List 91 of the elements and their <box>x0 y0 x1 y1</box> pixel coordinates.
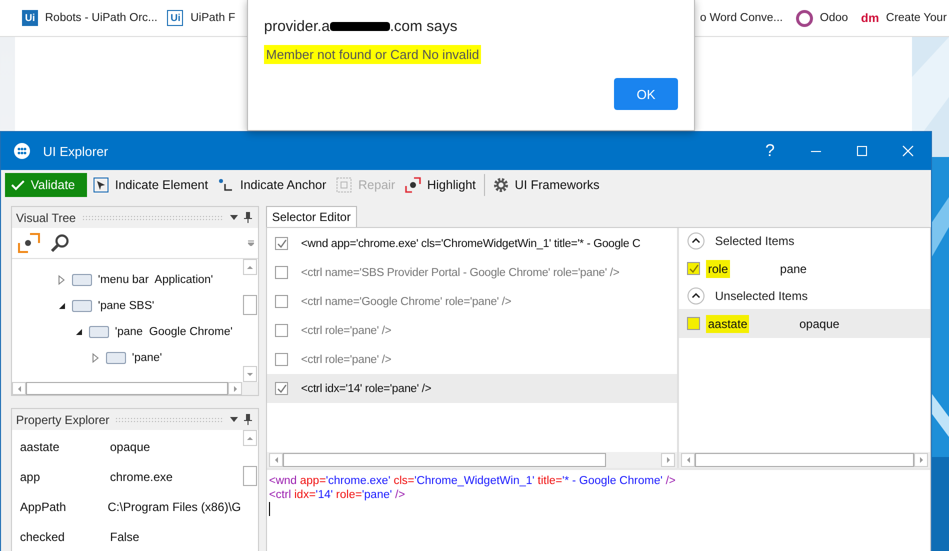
tree-item[interactable]: 'pane' <box>12 345 241 371</box>
toolbar-button[interactable]: Indicate Element <box>89 173 212 197</box>
bookmark[interactable]: o Word Conve... <box>700 12 783 24</box>
toolbar-button[interactable]: Highlight <box>401 173 480 197</box>
property-value: chrome.exe <box>110 470 173 484</box>
dialog-message: Member not found or Card No invalid <box>264 45 482 64</box>
scrollbar[interactable] <box>241 259 258 382</box>
tree-item[interactable]: 'menu bar Application' <box>12 267 241 293</box>
selector-row[interactable]: <wnd app='chrome.exe' cls='ChromeWidgetWin_1' title='* - Google C <box>267 229 677 258</box>
selector-row[interactable]: <ctrl idx='14' role='pane' /> <box>267 374 677 403</box>
attribute-name: aastate <box>706 314 750 332</box>
checkbox[interactable] <box>687 262 700 275</box>
node-icon <box>72 300 92 312</box>
collapse-icon[interactable] <box>58 301 66 311</box>
ok-button[interactable]: OK <box>614 78 678 110</box>
property-name: aastate <box>19 440 60 454</box>
selector-row[interactable]: <ctrl name='Google Chrome' role='pane' /> <box>267 287 677 316</box>
selector-text: <ctrl name='SBS Provider Portal - Google Chrome' role='pane' /> <box>301 266 620 278</box>
dropdown-icon[interactable] <box>230 417 238 422</box>
attribute-value: pane <box>780 262 807 276</box>
checkbox[interactable] <box>275 382 288 395</box>
checkbox[interactable] <box>275 324 288 337</box>
section-title: Selected Items <box>715 234 794 248</box>
pin-icon[interactable] <box>244 212 252 223</box>
property-name: AppPath <box>19 500 68 514</box>
selector-editor-field[interactable]: <wnd app='chrome.exe' cls='Chrome_WidgetWin_1' title='* - Google Chrome' /> <ctrl idx='14' role='pane' /> <box>267 470 930 551</box>
collapse-icon[interactable] <box>75 327 83 337</box>
tab[interactable]: Selector Editor <box>266 206 357 227</box>
checkbox[interactable] <box>275 266 288 279</box>
node-icon <box>89 326 109 338</box>
toolbar-button[interactable]: UI Frameworks <box>488 173 604 197</box>
bookmark[interactable]: dm Create Your <box>861 11 947 25</box>
collapse-icon[interactable] <box>687 287 705 305</box>
checkbox[interactable] <box>275 295 288 308</box>
panel-title: Visual Tree <box>16 210 76 224</box>
attribute-row[interactable]: role pane <box>679 254 930 283</box>
expand-icon[interactable] <box>92 353 100 363</box>
code-line: <ctrl idx='14' role='pane' /> <box>269 488 406 502</box>
maximize-icon <box>856 145 868 157</box>
selector-text: <ctrl idx='14' role='pane' /> <box>301 382 432 394</box>
checkbox[interactable] <box>275 237 288 250</box>
section-title: Unselected Items <box>715 289 808 303</box>
checkbox[interactable] <box>687 317 700 330</box>
help-button[interactable]: ? <box>747 132 793 170</box>
checkbox[interactable] <box>275 353 288 366</box>
selector-text: <ctrl name='Google Chrome' role='pane' /> <box>301 296 512 308</box>
property-value: False <box>110 530 140 544</box>
attribute-value: opaque <box>799 316 840 330</box>
collapse-icon[interactable] <box>687 232 705 250</box>
scrollbar[interactable] <box>679 452 930 468</box>
bookmark[interactable]: Ui UiPath F <box>167 10 236 26</box>
scrollbar[interactable] <box>267 452 677 468</box>
pin-icon[interactable] <box>244 414 252 425</box>
selector-text: <wnd app='chrome.exe' cls='ChromeWidgetWin_1' title='* - Google C <box>301 238 640 250</box>
selector-text: <ctrl role='pane' /> <box>301 324 392 336</box>
window-title: UI Explorer <box>43 144 108 158</box>
check-icon <box>11 179 25 191</box>
cursor-icon <box>93 177 109 193</box>
panel-title: Property Explorer <box>16 412 110 426</box>
selector-row[interactable]: <ctrl name='SBS Provider Portal - Google Chrome' role='pane' /> <box>267 258 677 287</box>
property-name: app <box>19 470 42 484</box>
overflow-icon[interactable] <box>248 240 254 246</box>
anchor-icon <box>218 177 234 193</box>
gear-icon <box>492 177 509 193</box>
close-icon <box>902 145 914 157</box>
attribute-name: role <box>706 260 730 278</box>
dialog-title: provider.a .com says <box>264 18 458 35</box>
property-name: checked <box>19 530 66 544</box>
highlight-icon <box>405 177 422 193</box>
tree-item[interactable]: 'pane SBS' <box>12 293 241 319</box>
node-icon <box>72 274 92 286</box>
selector-row[interactable]: <ctrl role='pane' /> <box>267 316 677 345</box>
app-icon <box>13 142 31 160</box>
attribute-row[interactable]: aastate opaque <box>679 309 930 338</box>
search-icon[interactable] <box>50 233 70 253</box>
repair-icon <box>336 177 352 193</box>
node-icon <box>106 352 126 364</box>
bookmark[interactable]: Odoo <box>796 10 848 26</box>
code-line: <wnd app='chrome.exe' cls='Chrome_WidgetWin_1' title='* - Google Chrome' /> <box>269 474 677 488</box>
tree-item[interactable]: 'pane Google Chrome' <box>12 319 241 345</box>
property-value: C:\Program Files (x86)\G <box>108 500 241 514</box>
expand-icon[interactable] <box>58 275 66 285</box>
selector-text: <ctrl role='pane' /> <box>301 354 392 366</box>
toolbar-button[interactable]: Validate <box>5 173 87 197</box>
selector-row[interactable]: <ctrl role='pane' /> <box>267 345 677 374</box>
ring-icon <box>796 10 813 26</box>
highlight-icon[interactable] <box>18 233 40 253</box>
toolbar-button[interactable]: Indicate Anchor <box>214 173 330 197</box>
property-value: opaque <box>110 440 150 454</box>
bookmark[interactable]: Ui Robots - UiPath Orc... <box>22 10 158 26</box>
dropdown-icon[interactable] <box>230 215 238 220</box>
